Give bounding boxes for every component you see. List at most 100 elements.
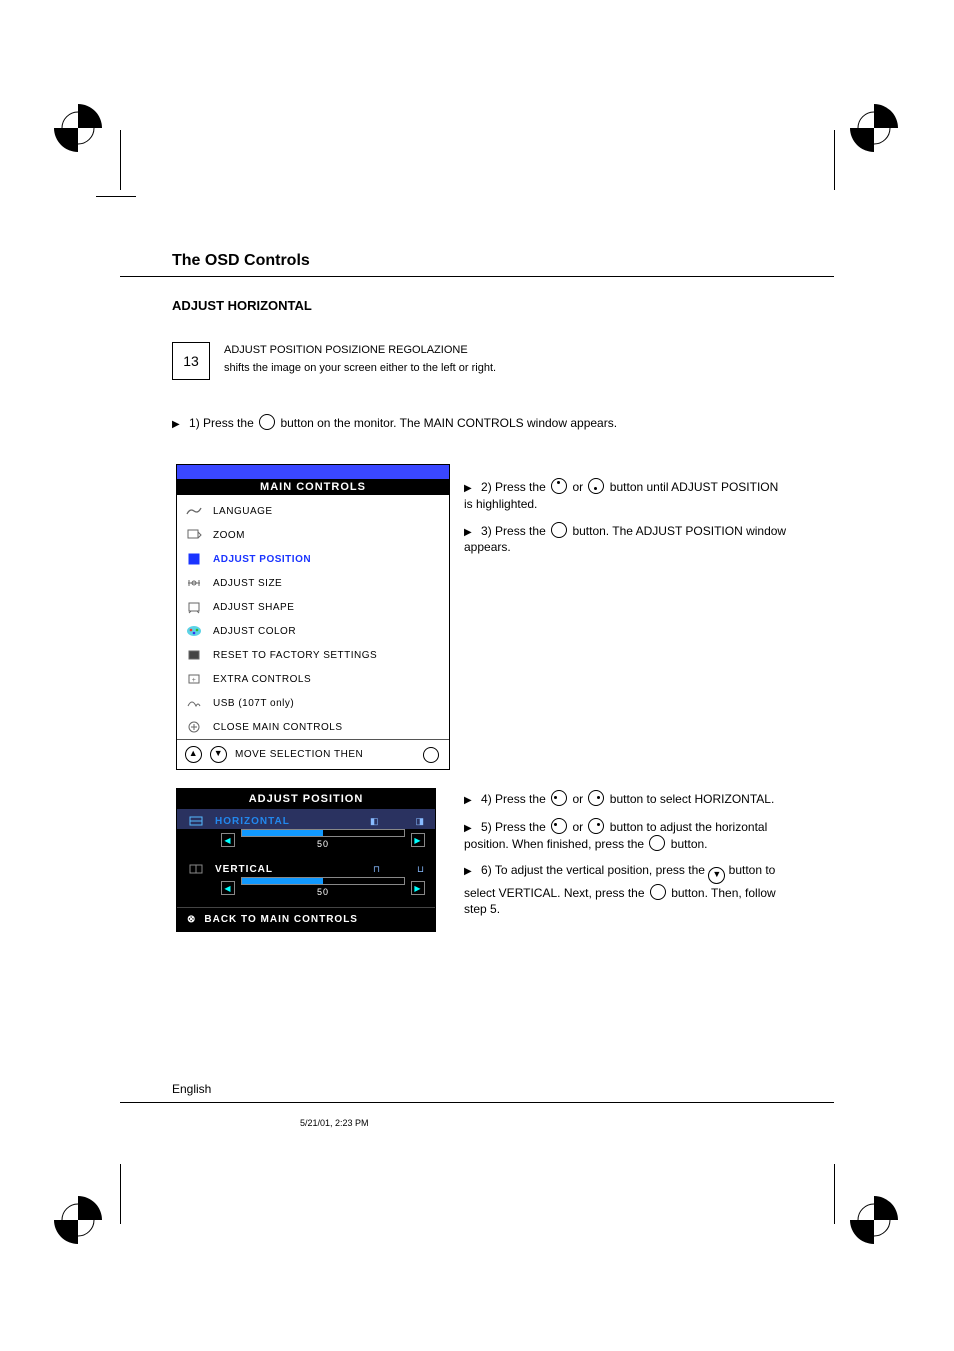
ok-button-icon: [259, 414, 275, 430]
osd-item-label: ZOOM: [213, 530, 245, 541]
bullet-icon: ▶: [464, 794, 472, 808]
osd-item-label: CLOSE MAIN CONTROLS: [213, 722, 343, 733]
step-5b: or: [572, 820, 583, 834]
crop-tick: [120, 1164, 121, 1224]
reset-icon: [185, 648, 203, 662]
extra-icon: +: [185, 672, 203, 686]
osd-item-adjust-size[interactable]: ADJUST SIZE: [185, 571, 441, 595]
osd-item-label: LANGUAGE: [213, 506, 273, 517]
bullet-icon: ▶: [172, 419, 180, 430]
osd-item-reset[interactable]: RESET TO FACTORY SETTINGS: [185, 643, 441, 667]
zoom-icon: [185, 528, 203, 542]
osd2-value: 50: [241, 839, 405, 849]
osd2-row-horizontal[interactable]: HORIZONTAL ◧◨: [177, 809, 435, 829]
right-arrow-icon: ▶: [411, 833, 425, 847]
size-icon: [185, 576, 203, 590]
footnote: 5/21/01, 2:23 PM: [300, 1118, 369, 1128]
ok-button-icon: [649, 835, 665, 851]
crop-tick: [120, 130, 121, 190]
horizontal-icon: [187, 815, 205, 827]
subsection-title: ADJUST HORIZONTAL: [172, 298, 312, 313]
osd-item-language[interactable]: LANGUAGE: [185, 499, 441, 523]
steps-2-3: ▶ 2) Press the or button until ADJUST PO…: [464, 478, 788, 565]
reg-mark-bl: [54, 1196, 102, 1244]
top-extreme-icon: ⊓: [373, 864, 381, 875]
usb-icon: [185, 696, 203, 710]
svg-text:+: +: [192, 677, 197, 684]
subsection-desc: shifts the image on your screen either t…: [224, 362, 496, 374]
osd-item-label: ADJUST POSITION: [213, 554, 311, 565]
bullet-icon: ▶: [464, 822, 472, 836]
osd2-slider-horizontal[interactable]: ◀ 50 ▶: [177, 829, 435, 857]
step-5d: button.: [671, 837, 708, 851]
osd-titlebar: [177, 465, 449, 479]
ok-button-icon: [551, 522, 567, 538]
right-button-icon: [588, 790, 604, 806]
back-icon: ⊗: [187, 914, 196, 925]
left-arrow-icon: ◀: [221, 881, 235, 895]
osd-footer-text: MOVE SELECTION THEN: [235, 749, 363, 760]
up-button-icon: ▲: [185, 746, 202, 763]
shape-icon: [185, 600, 203, 614]
osd-adjust-position: ADJUST POSITION HORIZONTAL ◧◨ ◀ 50 ▶ VER…: [176, 788, 436, 932]
osd2-back-label: BACK TO MAIN CONTROLS: [204, 914, 358, 925]
step-6a: 6) To adjust the vertical position, pres…: [481, 863, 705, 877]
osd-item-label: RESET TO FACTORY SETTINGS: [213, 650, 377, 661]
osd-item-label: USB (107T only): [213, 698, 294, 709]
osd-item-adjust-color[interactable]: ADJUST COLOR: [185, 619, 441, 643]
osd-item-label: ADJUST SIZE: [213, 578, 282, 589]
close-icon: [185, 720, 203, 734]
step-1: ▶ 1) Press the button on the monitor. Th…: [172, 414, 617, 430]
osd-item-list: LANGUAGE ZOOM ADJUST POSITION ADJUST SIZ…: [177, 495, 449, 739]
crop-tick: [96, 196, 136, 197]
page-number: 13: [172, 342, 210, 380]
step-5a: 5) Press the: [481, 820, 546, 834]
divider: [120, 1102, 834, 1103]
osd2-back[interactable]: ⊗ BACK TO MAIN CONTROLS: [177, 907, 435, 931]
section-title: The OSD Controls: [172, 252, 310, 270]
osd-item-extra[interactable]: + EXTRA CONTROLS: [185, 667, 441, 691]
left-extreme-icon: ◧: [370, 816, 380, 827]
osd-title: MAIN CONTROLS: [177, 479, 449, 495]
osd2-slider-vertical[interactable]: ◀ 50 ▶: [177, 877, 435, 905]
osd2-row-vertical[interactable]: VERTICAL ⊓⊔: [177, 857, 435, 877]
up-button-icon: [551, 478, 567, 494]
osd-item-adjust-shape[interactable]: ADJUST SHAPE: [185, 595, 441, 619]
osd-item-adjust-position[interactable]: ADJUST POSITION: [185, 547, 441, 571]
left-button-icon: [551, 818, 567, 834]
step-2a: 2) Press the: [481, 480, 546, 494]
bullet-icon: ▶: [464, 865, 472, 879]
osd-item-zoom[interactable]: ZOOM: [185, 523, 441, 547]
step-1-text-b: button on the monitor. The MAIN CONTROLS…: [280, 416, 617, 430]
language-icon: [185, 504, 203, 518]
crop-tick: [834, 1164, 835, 1224]
osd2-title: ADJUST POSITION: [177, 789, 435, 809]
osd2-value: 50: [241, 887, 405, 897]
osd-item-usb[interactable]: USB (107T only): [185, 691, 441, 715]
crop-tick: [834, 130, 835, 190]
step-2b: or: [572, 480, 583, 494]
osd-item-label: EXTRA CONTROLS: [213, 674, 311, 685]
language-label: English: [172, 1082, 211, 1096]
color-icon: [185, 624, 203, 638]
right-arrow-icon: ▶: [411, 881, 425, 895]
osd2-label: HORIZONTAL: [215, 816, 360, 827]
vertical-icon: [187, 863, 205, 875]
step-4c: button to select HORIZONTAL.: [610, 792, 775, 806]
bullet-icon: ▶: [464, 526, 472, 540]
reg-mark-tl: [54, 104, 102, 152]
osd-item-close[interactable]: CLOSE MAIN CONTROLS: [185, 715, 441, 739]
osd-main-controls: MAIN CONTROLS LANGUAGE ZOOM ADJUST POSIT…: [176, 464, 450, 770]
reg-mark-tr: [850, 104, 898, 152]
bottom-extreme-icon: ⊔: [417, 864, 425, 875]
steps-4-6: ▶ 4) Press the or button to select HORIZ…: [464, 790, 788, 928]
down-button-icon: [588, 478, 604, 494]
divider: [120, 276, 834, 277]
left-arrow-icon: ◀: [221, 833, 235, 847]
bullet-icon: ▶: [464, 482, 472, 496]
position-icon: [185, 552, 203, 566]
right-button-icon: [588, 818, 604, 834]
ok-button-icon: [423, 747, 439, 763]
reg-mark-br: [850, 1196, 898, 1244]
subsection-caption: ADJUST POSITION POSIZIONE REGOLAZIONE: [224, 344, 468, 356]
